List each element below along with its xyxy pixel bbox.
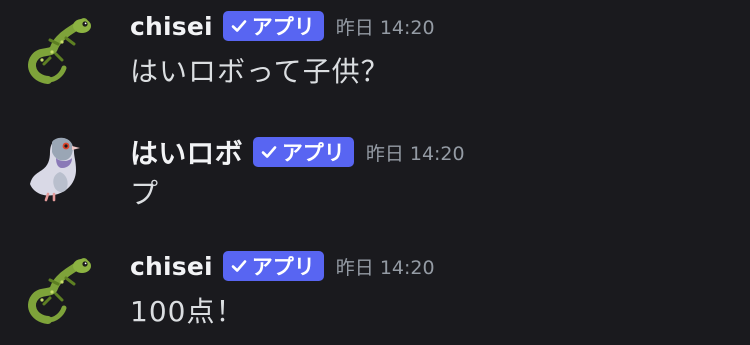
message-item: はいロボ アプリ 昨日 14:20 プ	[0, 120, 750, 220]
pigeon-avatar-icon	[22, 132, 94, 204]
timestamp[interactable]: 昨日 14:20	[336, 253, 435, 280]
message-content: 100点！	[130, 295, 245, 328]
username[interactable]: chisei	[130, 12, 213, 41]
chat-log: chisei アプリ 昨日 14:20 はいロボって子供？ はいロボ アプリ 昨…	[0, 0, 750, 345]
avatar[interactable]	[22, 14, 94, 86]
username[interactable]: chisei	[130, 252, 213, 281]
app-badge: アプリ	[222, 11, 324, 41]
check-icon	[230, 257, 248, 275]
message-header: はいロボ アプリ 昨日 14:20	[130, 132, 465, 172]
lizard-avatar-icon	[22, 14, 94, 86]
avatar[interactable]	[22, 132, 94, 204]
lizard-avatar-icon	[22, 254, 94, 326]
message-content: プ	[130, 177, 160, 210]
timestamp[interactable]: 昨日 14:20	[336, 13, 435, 40]
badge-label: アプリ	[251, 15, 315, 39]
timestamp[interactable]: 昨日 14:20	[366, 139, 465, 166]
message-content: はいロボって子供？	[130, 55, 390, 88]
username[interactable]: はいロボ	[130, 132, 243, 172]
message-header: chisei アプリ 昨日 14:20	[130, 11, 435, 41]
check-icon	[260, 143, 278, 161]
avatar[interactable]	[22, 254, 94, 326]
badge-label: アプリ	[281, 141, 345, 165]
badge-label: アプリ	[251, 255, 315, 279]
app-badge: アプリ	[252, 137, 354, 167]
message-item: chisei アプリ 昨日 14:20 100点！	[0, 240, 750, 340]
check-icon	[230, 17, 248, 35]
message-item: chisei アプリ 昨日 14:20 はいロボって子供？	[0, 0, 750, 100]
message-header: chisei アプリ 昨日 14:20	[130, 251, 435, 281]
app-badge: アプリ	[222, 251, 324, 281]
